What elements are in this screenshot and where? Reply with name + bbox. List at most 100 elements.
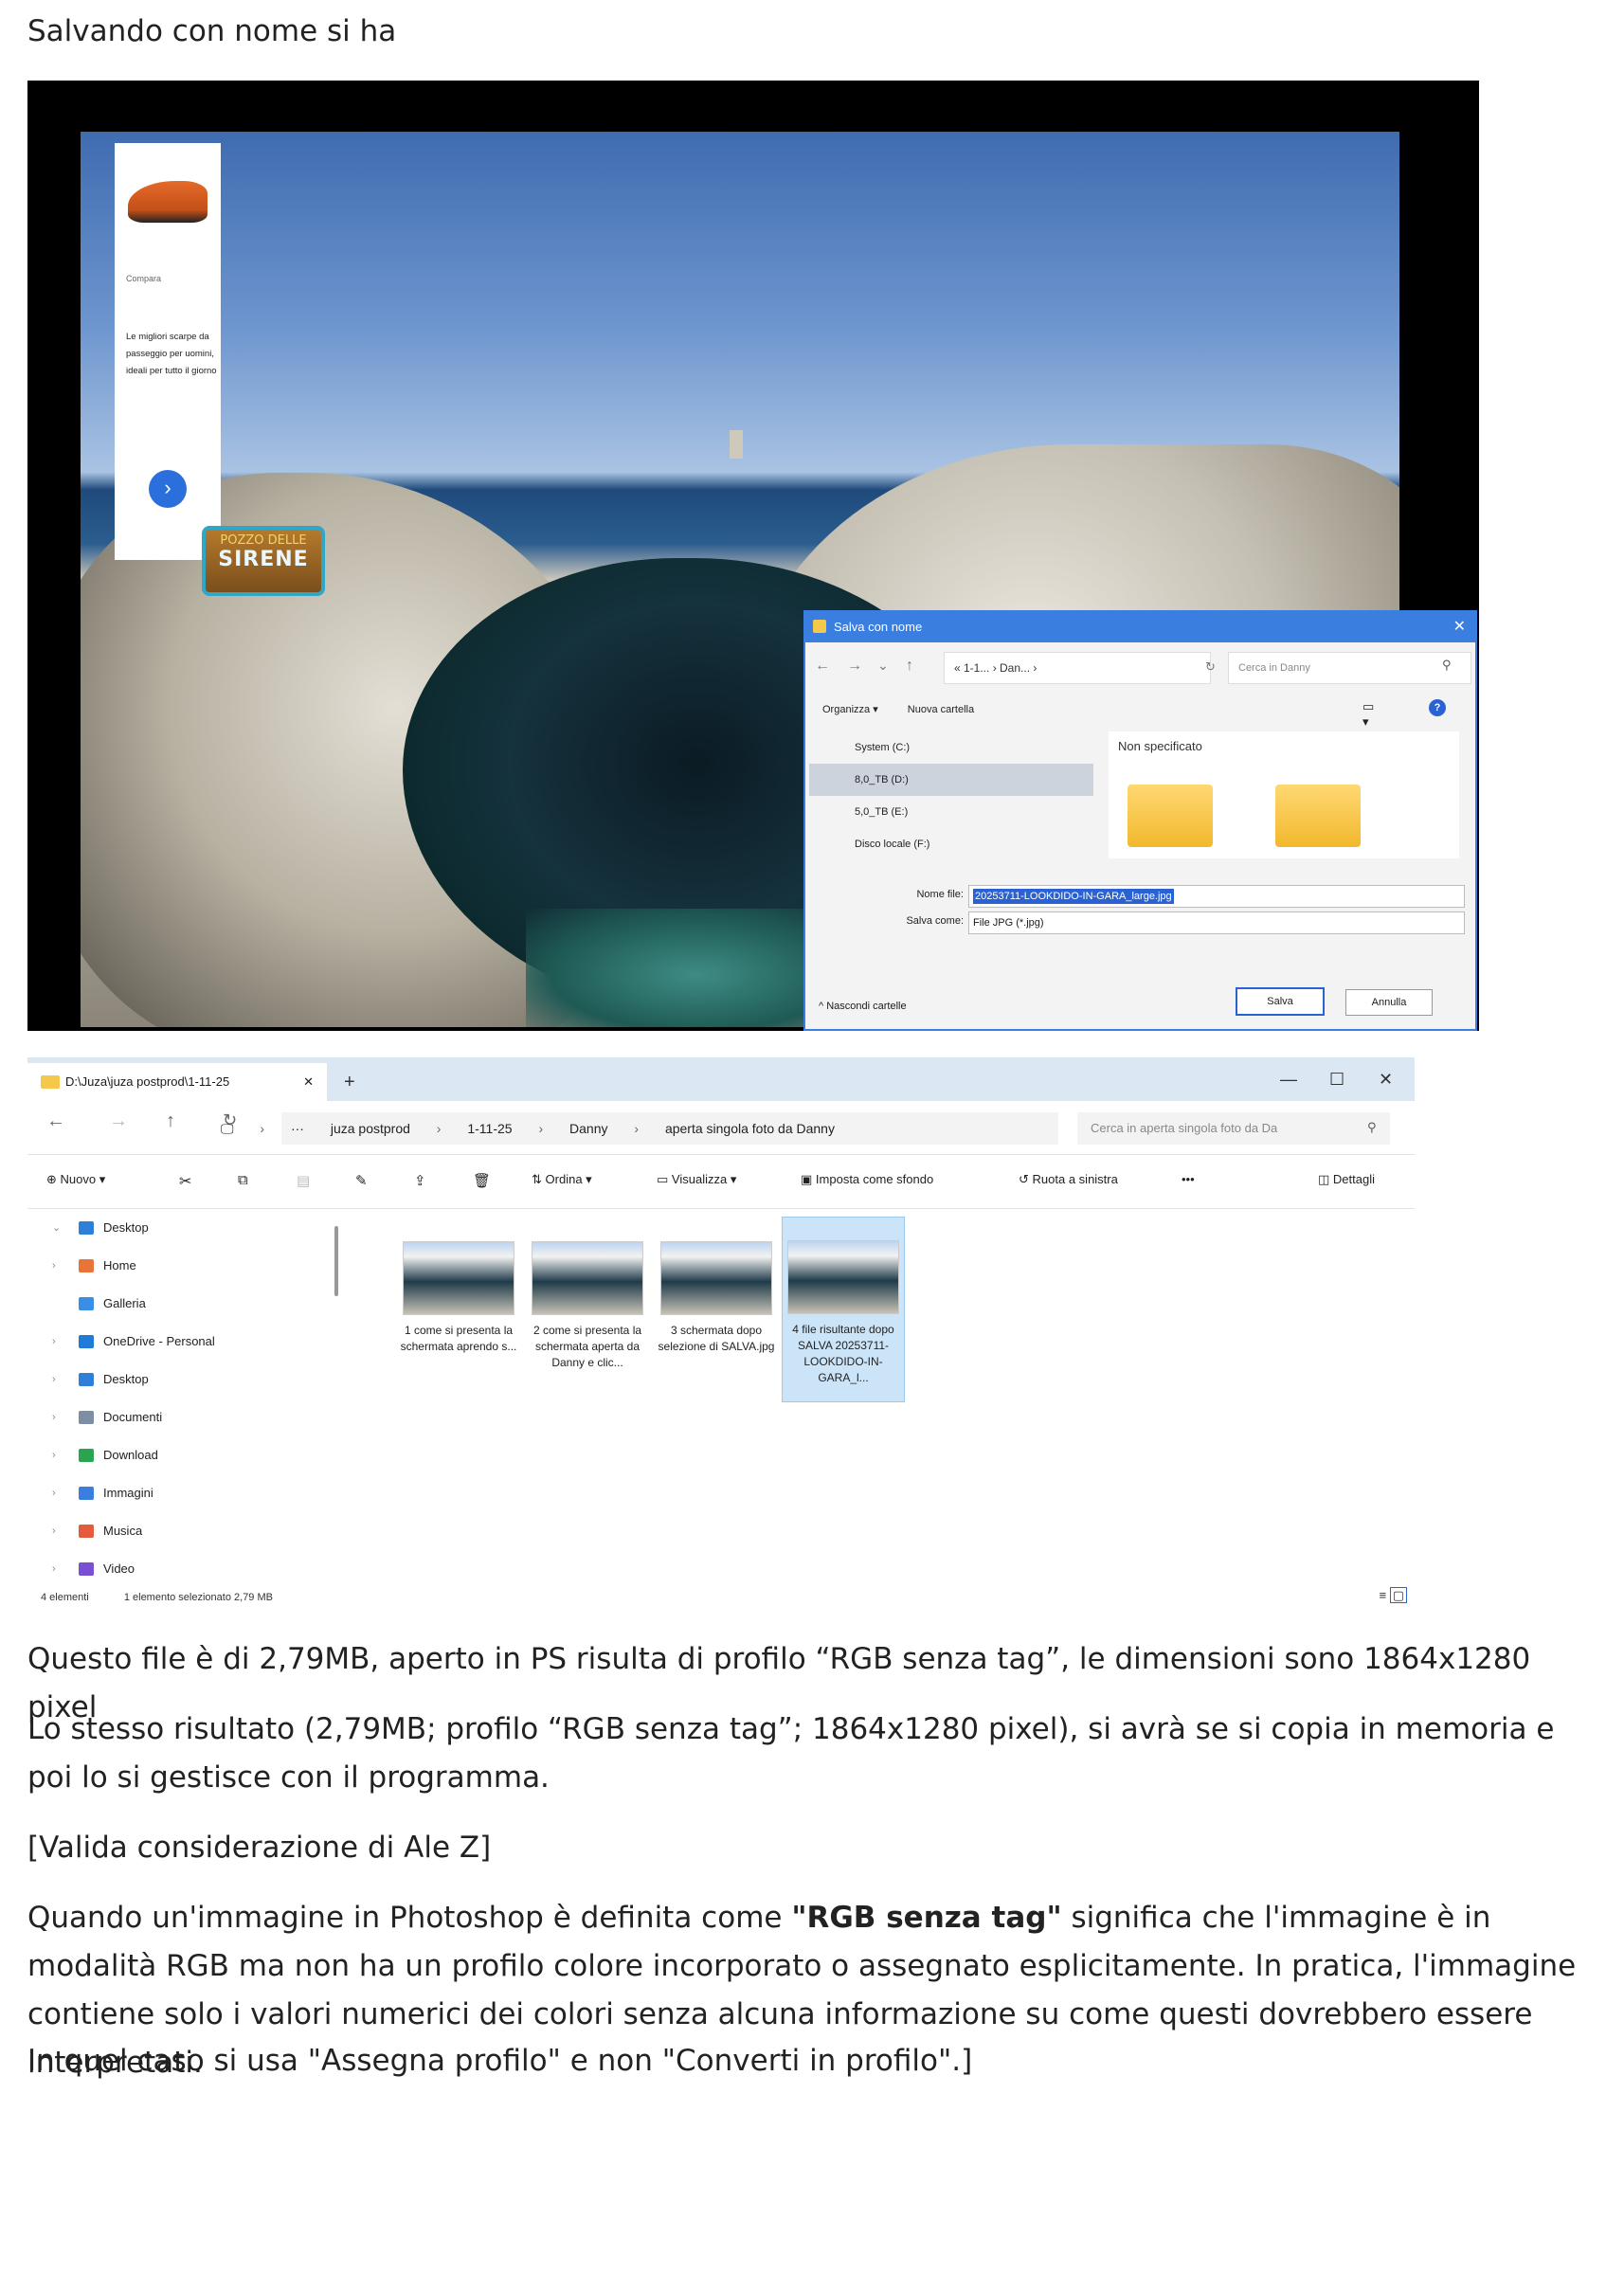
- sort-button[interactable]: ⇅ Ordina ▾: [532, 1172, 592, 1187]
- paste-icon[interactable]: ▤: [297, 1172, 310, 1189]
- breadcrumb: 🖵 › ··· juza postprod › 1-11-25 › Danny …: [221, 1112, 1058, 1145]
- file-item[interactable]: 2 come si presenta la schermata aperta d…: [526, 1218, 649, 1371]
- sidebar-item[interactable]: › Documenti: [27, 1399, 350, 1436]
- new-folder-button[interactable]: Nuova cartella: [908, 704, 974, 715]
- breadcrumb-item[interactable]: Danny: [569, 1121, 607, 1136]
- close-window-icon[interactable]: ✕: [1379, 1057, 1393, 1101]
- hide-folders-toggle[interactable]: ^ Nascondi cartelle: [819, 1001, 907, 1012]
- forward-arrow-icon[interactable]: →: [847, 658, 862, 675]
- save-button[interactable]: Salva: [1236, 987, 1325, 1016]
- chevron-icon[interactable]: ⌄: [52, 1209, 61, 1247]
- details-button[interactable]: ◫ Dettagli: [1318, 1172, 1375, 1187]
- sidebar-item-label: Desktop: [103, 1220, 149, 1235]
- close-icon[interactable]: ✕: [1453, 612, 1466, 642]
- refresh-icon[interactable]: ↻: [1205, 659, 1216, 675]
- chevron-icon[interactable]: ›: [52, 1247, 56, 1285]
- thumbnail-view-icon[interactable]: ▢: [1389, 1587, 1407, 1603]
- explorer-file-grid: 1 come si presenta la schermata aprendo …: [369, 1217, 905, 1427]
- help-icon[interactable]: ?: [1429, 699, 1446, 716]
- file-name: 3 schermata dopo selezione di SALVA.jpg: [658, 1324, 775, 1353]
- sidebar-item[interactable]: › Desktop: [27, 1361, 350, 1399]
- cancel-button[interactable]: Annulla: [1345, 989, 1433, 1016]
- intro-text: Salvando con nome si ha: [27, 14, 397, 48]
- up-arrow-icon[interactable]: ↑: [166, 1110, 175, 1132]
- image-thumbnail: [660, 1241, 772, 1315]
- image-thumbnail: [787, 1240, 899, 1314]
- chevron-icon[interactable]: ›: [52, 1361, 56, 1399]
- cut-icon[interactable]: ✂: [179, 1172, 191, 1191]
- set-background-button[interactable]: ▣ Imposta come sfondo: [801, 1172, 933, 1187]
- minimize-icon[interactable]: —: [1280, 1057, 1297, 1101]
- sidebar-item[interactable]: › Home: [27, 1247, 350, 1285]
- file-item[interactable]: 3 schermata dopo selezione di SALVA.jpg: [655, 1218, 778, 1355]
- tree-item-drive-f[interactable]: Disco locale (F:): [809, 828, 1093, 860]
- dropdown-icon[interactable]: ⌄: [877, 658, 889, 674]
- breadcrumb-item[interactable]: juza postprod: [331, 1121, 410, 1136]
- chevron-icon[interactable]: ›: [52, 1323, 56, 1361]
- view-options-icon[interactable]: ▭ ▾: [1362, 699, 1374, 730]
- more-options-button[interactable]: •••: [1182, 1172, 1195, 1186]
- sidebar-item-label: OneDrive - Personal: [103, 1334, 215, 1348]
- sidebar-item[interactable]: › Video: [27, 1550, 350, 1588]
- sign-line-1: POZZO DELLE: [220, 533, 307, 548]
- back-arrow-icon[interactable]: ←: [46, 1110, 65, 1132]
- close-tab-icon[interactable]: ✕: [303, 1063, 314, 1101]
- tree-item-drive-e[interactable]: 5,0_TB (E:): [809, 796, 1093, 828]
- plus-circle-icon: ⊕: [46, 1172, 57, 1186]
- tree-item-drive-d[interactable]: 8,0_TB (D:): [809, 764, 1093, 796]
- new-tab-icon[interactable]: +: [344, 1063, 355, 1101]
- breadcrumb-item[interactable]: aperta singola foto da Danny: [665, 1121, 835, 1136]
- breadcrumb-item[interactable]: 1-11-25: [467, 1121, 512, 1136]
- filename-input[interactable]: 20253711-LOOKDIDO-IN-GARA_large.jpg: [968, 885, 1465, 908]
- forward-arrow-icon[interactable]: →: [109, 1110, 128, 1132]
- back-arrow-icon[interactable]: ←: [815, 658, 830, 675]
- share-icon[interactable]: ⇪: [414, 1172, 426, 1189]
- sidebar-item-label: Immagini: [103, 1486, 153, 1500]
- details-view-icon[interactable]: ≡: [1379, 1588, 1386, 1602]
- save-dialog-navbar: ← → ⌄ ↑ « 1-1... › Dan... › ↻ Cerca in D…: [815, 652, 1471, 684]
- sidebar-item[interactable]: › OneDrive - Personal: [27, 1323, 350, 1361]
- view-button[interactable]: ▭ Visualizza ▾: [657, 1172, 736, 1187]
- sidebar-item[interactable]: › Immagini: [27, 1474, 350, 1512]
- copy-icon[interactable]: ⧉: [238, 1172, 248, 1188]
- item-count: 4 elementi: [41, 1592, 89, 1603]
- search-icon: ⚲: [1367, 1120, 1377, 1134]
- save-dialog-address[interactable]: « 1-1... › Dan... ›: [944, 652, 1211, 684]
- tree-item-system-c[interactable]: System (C:): [809, 731, 1093, 764]
- maximize-icon[interactable]: ☐: [1329, 1057, 1344, 1101]
- file-name: 2 come si presenta la schermata aperta d…: [532, 1324, 642, 1369]
- breadcrumb-overflow[interactable]: ···: [291, 1121, 304, 1136]
- navigation-scrollbar[interactable]: [334, 1226, 338, 1296]
- sidebar-item[interactable]: › Musica: [27, 1512, 350, 1550]
- up-arrow-icon[interactable]: ↑: [906, 658, 913, 675]
- computer-icon[interactable]: 🖵: [221, 1121, 234, 1136]
- screenshot-image-viewer: Compara Le migliori scarpe da passeggio …: [27, 81, 1479, 1031]
- filetype-label: Salva come:: [906, 915, 964, 927]
- sidebar-item-label: Video: [103, 1561, 135, 1576]
- explorer-search-input[interactable]: Cerca in aperta singola foto da Da: [1077, 1112, 1390, 1145]
- rename-icon[interactable]: ✎: [355, 1172, 368, 1189]
- save-dialog-search-input[interactable]: Cerca in Danny: [1228, 652, 1471, 684]
- sidebar-item[interactable]: ⌄ Desktop: [27, 1209, 350, 1247]
- file-item-selected[interactable]: 4 file risultante dopo SALVA 20253711-LO…: [782, 1217, 905, 1402]
- organize-button[interactable]: Organizza ▾: [822, 704, 878, 715]
- chevron-icon[interactable]: ›: [52, 1399, 56, 1436]
- rotate-left-button[interactable]: ↺ Ruota a sinistra: [1019, 1172, 1118, 1187]
- chevron-icon[interactable]: ›: [52, 1512, 56, 1550]
- folder-icon: [79, 1562, 94, 1576]
- explorer-addressbar: ← → ↑ ↻ 🖵 › ··· juza postprod › 1-11-25 …: [27, 1101, 1415, 1155]
- sidebar-item[interactable]: › Download: [27, 1436, 350, 1474]
- ad-panel: Compara Le migliori scarpe da passeggio …: [115, 143, 221, 560]
- filetype-select[interactable]: File JPG (*.jpg): [968, 911, 1465, 934]
- delete-icon[interactable]: 🗑: [473, 1172, 491, 1189]
- file-item[interactable]: 1 come si presenta la schermata aprendo …: [397, 1218, 520, 1355]
- new-button[interactable]: ⊕ Nuovo ▾: [46, 1172, 105, 1187]
- sidebar-item[interactable]: Galleria: [27, 1285, 350, 1323]
- ad-next-button[interactable]: ›: [149, 470, 187, 508]
- chevron-icon[interactable]: ›: [52, 1550, 56, 1588]
- folder-icon[interactable]: [1128, 785, 1213, 847]
- folder-icon[interactable]: [1275, 785, 1361, 847]
- explorer-tab[interactable]: D:\Juza\juza postprod\1-11-25 ✕: [27, 1063, 327, 1101]
- chevron-icon[interactable]: ›: [52, 1436, 56, 1474]
- chevron-icon[interactable]: ›: [52, 1474, 56, 1512]
